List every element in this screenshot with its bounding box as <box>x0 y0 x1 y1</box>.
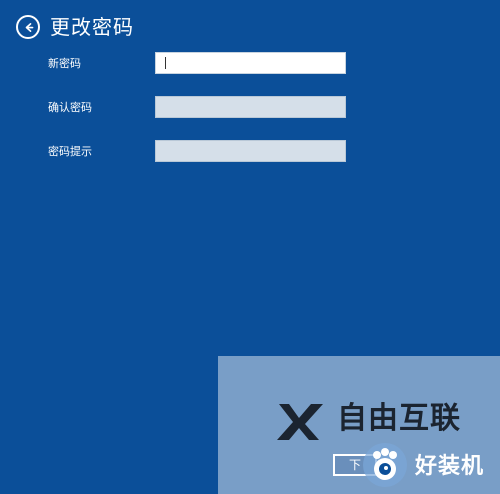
confirm-password-label: 确认密码 <box>48 101 92 114</box>
page-title: 更改密码 <box>50 15 134 39</box>
password-hint-input[interactable] <box>155 140 346 162</box>
paw-icon <box>363 443 407 487</box>
text-caret <box>165 57 166 69</box>
back-arrow-icon <box>22 21 35 34</box>
password-hint-row: 密码提示 <box>48 140 500 164</box>
password-hint-label: 密码提示 <box>48 145 92 158</box>
brand-logo-icon <box>277 404 323 440</box>
new-password-input[interactable] <box>155 52 346 74</box>
confirm-password-input[interactable] <box>155 96 346 118</box>
confirm-password-row: 确认密码 <box>48 96 500 120</box>
page-header: 更改密码 <box>16 12 134 42</box>
watermark-overlay: 自由互联 下 好装机 <box>218 356 500 494</box>
new-password-label: 新密码 <box>48 57 81 70</box>
new-password-row: 新密码 <box>48 52 500 76</box>
password-change-window: 更改密码 新密码 确认密码 密码提示 自由互联 下 好装机 <box>0 0 500 494</box>
back-button[interactable] <box>16 15 40 39</box>
overlay-content: 自由互联 下 好装机 <box>218 356 500 494</box>
site-watermark-text: 好装机 <box>415 454 485 479</box>
brand-text: 自由互联 <box>337 401 461 436</box>
